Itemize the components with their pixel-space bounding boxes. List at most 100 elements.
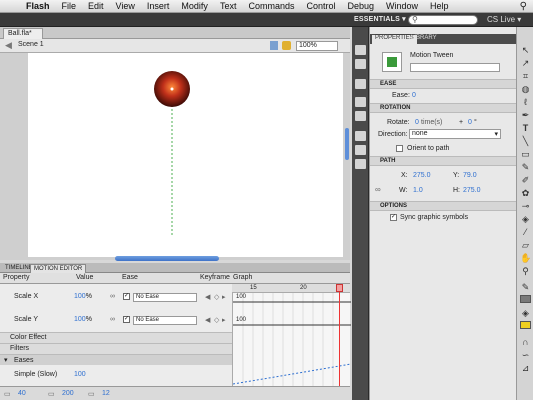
straighten-icon[interactable]: ⊿	[520, 363, 531, 374]
ease-select[interactable]: No Ease	[133, 316, 197, 325]
graph-size-value[interactable]: 40	[18, 390, 26, 397]
align-panel-icon[interactable]	[355, 79, 366, 89]
rotate-times-value[interactable]: 0	[415, 119, 419, 126]
menu-window[interactable]: Window	[380, 1, 424, 11]
rotation-section[interactable]: ROTATION	[370, 103, 517, 113]
ease-checkbox[interactable]: ✓	[123, 316, 130, 323]
path-h-value[interactable]: 275.0	[463, 187, 481, 194]
smooth-icon[interactable]: ∽	[520, 350, 531, 361]
ease-value[interactable]: 100	[74, 371, 86, 378]
instance-name-input[interactable]	[410, 63, 500, 72]
path-w-value[interactable]: 1.0	[413, 187, 423, 194]
line-tool-icon[interactable]: ╲	[520, 136, 531, 147]
motion-presets-icon[interactable]	[355, 159, 366, 169]
ease-checkbox[interactable]: ✓	[123, 293, 130, 300]
scene-breadcrumb[interactable]: Scene 1	[18, 41, 44, 48]
viewable-frames-value[interactable]: 12	[102, 390, 110, 397]
snap-to-objects-icon[interactable]: ∩	[520, 337, 531, 348]
subselection-tool-icon[interactable]: ↗	[520, 58, 531, 69]
hand-tool-icon[interactable]: ✋	[520, 253, 531, 264]
menu-edit[interactable]: Edit	[82, 1, 110, 11]
rotate-degrees-value[interactable]: 0	[468, 119, 472, 126]
zoom-tool-icon[interactable]: ⚲	[520, 266, 531, 277]
playhead-line[interactable]	[339, 284, 340, 386]
zoom-select[interactable]: 100%	[296, 41, 338, 51]
fill-color-swatch[interactable]	[520, 321, 531, 329]
back-arrow-icon[interactable]: ◀	[5, 40, 12, 51]
path-y-value[interactable]: 79.0	[463, 172, 477, 179]
pencil-tool-icon[interactable]: ✎	[520, 162, 531, 173]
stroke-color-icon[interactable]: ✎	[520, 282, 531, 293]
eyedropper-tool-icon[interactable]: ⁄	[520, 227, 531, 238]
transform-panel-icon[interactable]	[355, 111, 366, 121]
components-icon[interactable]	[355, 145, 366, 155]
swatches-panel-icon[interactable]	[355, 59, 366, 69]
section-eases[interactable]: ▾ Eases	[0, 354, 232, 365]
options-section[interactable]: OPTIONS	[370, 201, 517, 211]
menu-file[interactable]: File	[56, 1, 83, 11]
section-color-effect[interactable]: Color Effect	[0, 332, 232, 343]
menu-insert[interactable]: Insert	[141, 1, 176, 11]
paint-bucket-tool-icon[interactable]: ◈	[520, 214, 531, 225]
menu-text[interactable]: Text	[214, 1, 243, 11]
orient-to-path-checkbox[interactable]	[396, 145, 403, 152]
graph-area[interactable]	[232, 284, 352, 386]
deco-tool-icon[interactable]: ✿	[520, 188, 531, 199]
ease-section[interactable]: EASE	[370, 79, 517, 89]
info-panel-icon[interactable]	[355, 97, 366, 107]
property-value[interactable]: 100%	[74, 293, 92, 300]
link-icon[interactable]: ∞	[110, 316, 115, 323]
add-keyframe-icon[interactable]: ◇	[214, 316, 219, 324]
add-keyframe-icon[interactable]: ◇	[214, 293, 219, 301]
sync-symbols-checkbox[interactable]: ✓	[390, 214, 397, 221]
horizontal-scrollbar[interactable]	[115, 256, 219, 261]
menu-help[interactable]: Help	[424, 1, 455, 11]
lasso-tool-icon[interactable]: ℓ	[520, 97, 531, 108]
help-search-input[interactable]: ⚲	[408, 15, 478, 25]
property-value[interactable]: 100%	[74, 316, 92, 323]
prev-keyframe-icon[interactable]: ◀	[205, 316, 210, 324]
next-keyframe-icon[interactable]: ▸	[222, 293, 226, 301]
spotlight-icon[interactable]: ⚲	[520, 1, 533, 12]
document-tab[interactable]: Ball.fla*	[3, 28, 43, 39]
path-section[interactable]: PATH	[370, 156, 517, 166]
prev-keyframe-icon[interactable]: ◀	[205, 293, 210, 301]
menu-flash[interactable]: Flash	[20, 1, 56, 11]
lock-width-height-icon[interactable]: ∞	[375, 185, 381, 194]
vertical-scrollbar[interactable]	[345, 128, 349, 160]
path-x-value[interactable]: 275.0	[413, 172, 431, 179]
ease-value[interactable]: 0	[412, 92, 416, 99]
tab-motion-editor[interactable]: MOTION EDITOR	[30, 264, 87, 273]
playhead-handle[interactable]	[336, 284, 343, 292]
next-keyframe-icon[interactable]: ▸	[222, 316, 226, 324]
selection-tool-icon[interactable]: ↖	[520, 45, 531, 56]
fill-color-icon[interactable]: ◈	[520, 308, 531, 319]
3d-rotation-tool-icon[interactable]: ◍	[520, 84, 531, 95]
cs-live-button[interactable]: CS Live ▾	[487, 15, 521, 24]
edit-symbols-icon[interactable]	[282, 41, 291, 50]
stroke-color-swatch[interactable]	[520, 295, 531, 303]
ease-select[interactable]: No Ease	[133, 293, 197, 302]
text-tool-icon[interactable]: T	[520, 123, 531, 134]
stage[interactable]	[28, 53, 343, 257]
bone-tool-icon[interactable]: ⊸	[520, 201, 531, 212]
edit-scene-icon[interactable]	[270, 41, 278, 50]
tab-library[interactable]: LIBRARY	[408, 35, 440, 41]
workspace-switcher[interactable]: ESSENTIALS ▾	[354, 15, 406, 25]
expanded-graph-size-value[interactable]: 200	[62, 390, 74, 397]
menu-commands[interactable]: Commands	[242, 1, 300, 11]
color-panel-icon[interactable]	[355, 45, 366, 55]
free-transform-tool-icon[interactable]: ⌗	[520, 71, 531, 82]
link-icon[interactable]: ∞	[110, 293, 115, 300]
menu-control[interactable]: Control	[300, 1, 341, 11]
eraser-tool-icon[interactable]: ▱	[520, 240, 531, 251]
section-filters[interactable]: Filters	[0, 343, 232, 354]
menu-modify[interactable]: Modify	[175, 1, 214, 11]
menu-view[interactable]: View	[110, 1, 141, 11]
code-snippets-icon[interactable]	[355, 131, 366, 141]
rectangle-tool-icon[interactable]: ▭	[520, 149, 531, 160]
menu-debug[interactable]: Debug	[341, 1, 380, 11]
brush-tool-icon[interactable]: ✐	[520, 175, 531, 186]
direction-select[interactable]: none ▾	[409, 129, 501, 139]
pen-tool-icon[interactable]: ✒	[520, 110, 531, 121]
